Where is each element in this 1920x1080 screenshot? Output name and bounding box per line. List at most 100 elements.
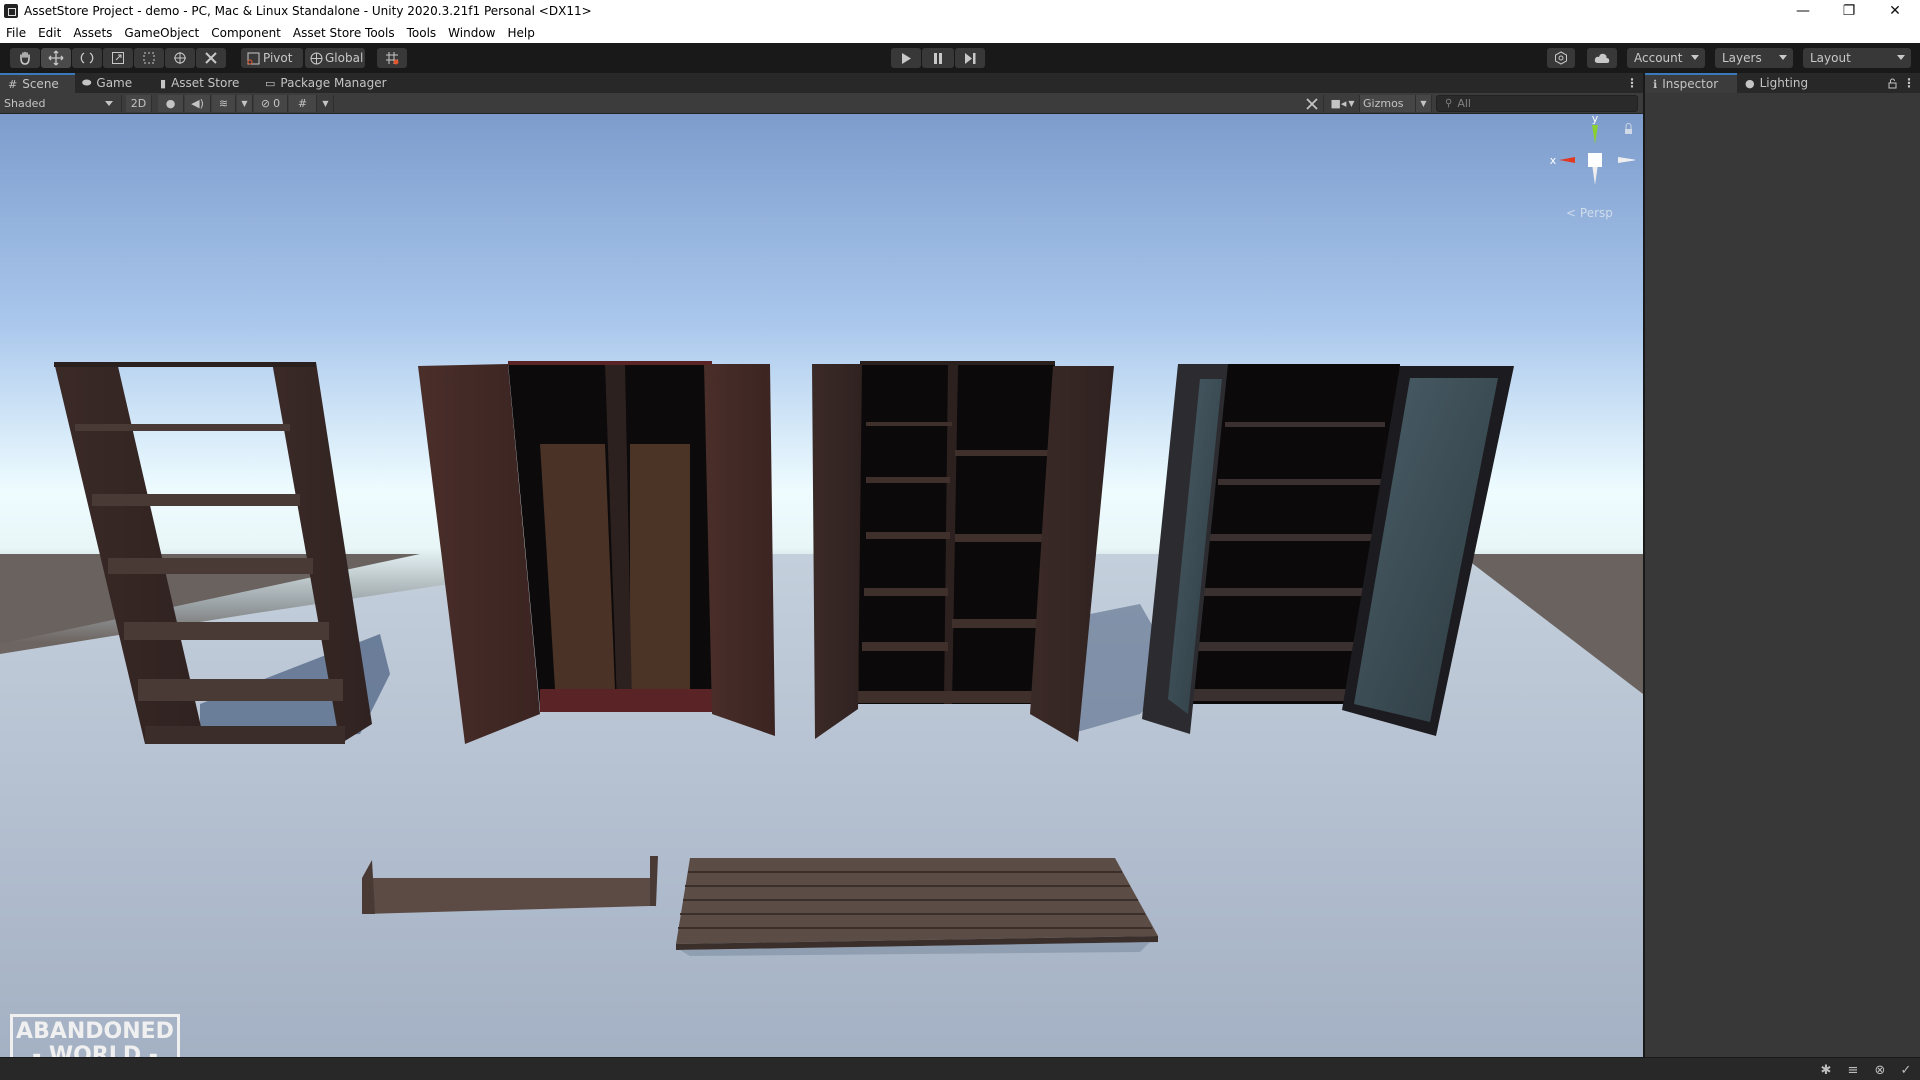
menu-tools[interactable]: Tools (401, 26, 443, 40)
inspector-lock-button[interactable] (1885, 73, 1899, 93)
audio-toggle[interactable]: ◀) (185, 95, 211, 112)
transform-tool-button[interactable] (165, 48, 195, 68)
menu-assets[interactable]: Assets (67, 26, 118, 40)
chevron-down-icon (105, 101, 113, 106)
hidden-objects-toggle[interactable]: ⊘ 0 (254, 95, 288, 112)
minimize-icon: — (1796, 3, 1810, 19)
global-toggle[interactable]: Global (305, 48, 365, 68)
scale-tool-button[interactable] (103, 48, 133, 68)
menu-component[interactable]: Component (205, 26, 287, 40)
layers-dropdown[interactable]: Layers (1715, 48, 1793, 68)
tools-icon (205, 52, 217, 64)
pause-button[interactable] (922, 48, 954, 68)
menu-window[interactable]: Window (442, 26, 501, 40)
scene-tab-bar: # Scene ⬬ Game ▮ Asset Store ▭ Package M… (0, 73, 1643, 93)
pivot-toggle[interactable]: Pivot (241, 48, 303, 68)
scene-tab-menu-button[interactable]: ⋮ (1624, 73, 1640, 93)
layout-label: Layout (1810, 51, 1851, 65)
step-button[interactable] (955, 48, 985, 68)
scene-search-input[interactable]: ⚲ All (1436, 95, 1638, 112)
check-circle-icon[interactable]: ✓ (1898, 1062, 1914, 1078)
debug-toggle-icon[interactable]: ✱ (1818, 1062, 1834, 1078)
close-button[interactable]: ✕ (1872, 0, 1918, 22)
gizmo-y-label: y (1592, 114, 1599, 125)
collab-button[interactable] (1547, 48, 1575, 68)
menu-bar: File Edit Assets GameObject Component As… (0, 22, 1920, 43)
gizmos-dropdown[interactable]: ▼ (1416, 95, 1432, 112)
account-dropdown[interactable]: Account (1627, 48, 1705, 68)
rotate-tool-button[interactable] (72, 48, 102, 68)
inspector-menu-button[interactable]: ⋮ (1902, 73, 1916, 93)
projection-center-cube[interactable] (1588, 153, 1602, 167)
negative-y-axis-cone[interactable] (1592, 164, 1598, 185)
account-label: Account (1634, 51, 1683, 65)
chevron-down-icon (1779, 55, 1787, 60)
camera-dropdown[interactable]: ■◂ ▼ (1326, 95, 1360, 112)
menu-file[interactable]: File (0, 26, 32, 40)
menu-gameobject[interactable]: GameObject (118, 26, 205, 40)
x-axis-cone[interactable] (1559, 157, 1575, 163)
tab-package-manager-label: Package Manager (280, 76, 387, 90)
play-button[interactable] (891, 48, 921, 68)
move-tool-button[interactable] (41, 48, 71, 68)
custom-tool-button[interactable] (196, 48, 226, 68)
more-vertical-icon: ⋮ (1626, 76, 1638, 90)
2d-toggle[interactable]: 2D (126, 95, 152, 112)
menu-help[interactable]: Help (502, 26, 541, 40)
snap-grid-button[interactable] (377, 48, 407, 68)
effects-toggle[interactable]: ≋ (212, 95, 236, 112)
lightbulb-icon: ● (165, 97, 176, 110)
hand-tool-button[interactable] (10, 48, 40, 68)
cache-server-icon[interactable]: ≡ (1845, 1062, 1861, 1078)
chevron-down-icon (1897, 55, 1905, 60)
restore-button[interactable]: ❐ (1826, 0, 1872, 22)
tab-package-manager[interactable]: ▭ Package Manager (265, 73, 395, 93)
grid-toggle[interactable]: # (289, 95, 317, 112)
scene-viewport[interactable]: y x < Persp ABANDONED - WORLD - (0, 114, 1643, 1057)
tab-inspector[interactable]: ℹ Inspector (1645, 73, 1737, 93)
collab-icon (1555, 51, 1567, 65)
step-icon (964, 52, 975, 64)
abandoned-world-logo: ABANDONED - WORLD - (10, 1014, 180, 1057)
layout-dropdown[interactable]: Layout (1803, 48, 1911, 68)
scene-tools-button[interactable] (1300, 95, 1324, 112)
2d-label: 2D (130, 97, 147, 110)
search-placeholder: All (1457, 97, 1471, 110)
globe-icon (310, 52, 323, 64)
lightbulb-icon: ● (1745, 76, 1755, 90)
chevron-down-icon: ▼ (1420, 99, 1427, 108)
restore-icon: ❐ (1842, 3, 1856, 19)
layers-label: Layers (1722, 51, 1762, 65)
minimize-button[interactable]: — (1780, 0, 1826, 22)
tools-icon (1305, 97, 1318, 110)
rect-tool-button[interactable] (134, 48, 164, 68)
projection-label[interactable]: < Persp (1566, 206, 1613, 220)
scene-view-toolbar: Shaded 2D ● ◀) ≋ ▼ ⊘ 0 # ▼ ■◂ ▼ Gizmos ▼… (0, 93, 1643, 114)
lock-icon[interactable] (1625, 123, 1632, 135)
more-vertical-icon: ⋮ (1903, 76, 1915, 90)
tab-game[interactable]: ⬬ Game (82, 73, 152, 93)
menu-edit[interactable]: Edit (32, 26, 67, 40)
scene-render (0, 114, 1643, 1057)
wooden-pallet (676, 858, 1158, 956)
auto-generate-lighting-icon[interactable]: ⊗ (1872, 1062, 1888, 1078)
tab-lighting[interactable]: ● Lighting (1745, 73, 1825, 93)
cloud-button[interactable] (1587, 48, 1617, 68)
chevron-down-icon: ▼ (322, 99, 329, 108)
grid-dropdown[interactable]: ▼ (318, 95, 334, 112)
shading-mode-dropdown[interactable]: Shaded (0, 95, 122, 112)
tab-scene[interactable]: # Scene (0, 73, 75, 93)
pivot-label: Pivot (263, 51, 293, 65)
y-axis-cone[interactable] (1592, 125, 1598, 144)
effects-icon: ≋ (218, 97, 229, 110)
logo-line-1: ABANDONED (16, 1019, 174, 1044)
gizmos-button[interactable]: Gizmos (1360, 95, 1416, 112)
effects-dropdown[interactable]: ▼ (237, 95, 253, 112)
negative-x-axis-cone[interactable] (1618, 157, 1635, 163)
global-label: Global (325, 51, 364, 65)
lighting-toggle[interactable]: ● (158, 95, 184, 112)
hand-icon (20, 51, 30, 65)
menu-asset-store-tools[interactable]: Asset Store Tools (287, 26, 401, 40)
tab-asset-store[interactable]: ▮ Asset Store (160, 73, 260, 93)
scale-icon (112, 52, 124, 64)
